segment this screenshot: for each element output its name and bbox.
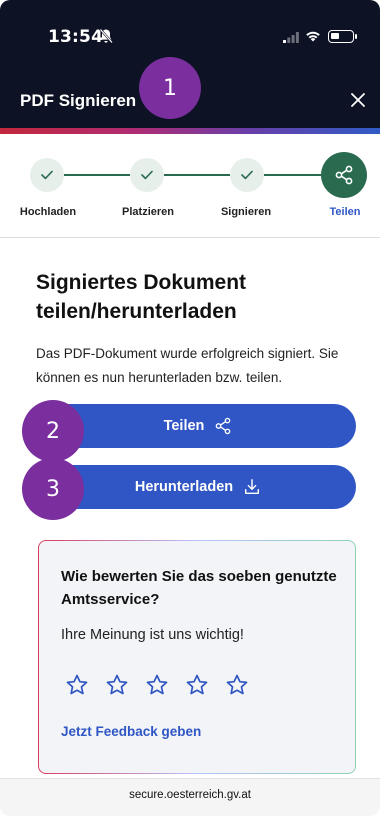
progress-stepper: Hochladen Platzieren Signieren Teilen <box>0 134 380 238</box>
close-icon[interactable] <box>350 92 366 108</box>
feedback-link[interactable]: Jetzt Feedback geben <box>61 724 201 739</box>
feedback-title: Wie bewerten Sie das soeben genutzte Amt… <box>61 568 337 608</box>
download-button-label: Herunterladen <box>134 479 234 495</box>
rating-stars <box>65 673 249 697</box>
step-label-signieren: Signieren <box>220 206 272 218</box>
page-description: Das PDF-Dokument wurde erfolgreich signi… <box>36 346 339 385</box>
wifi-icon <box>306 31 320 42</box>
step-connector <box>164 174 230 176</box>
feedback-subtitle: Ihre Meinung ist uns wichtig! <box>61 627 244 643</box>
star-icon[interactable] <box>65 673 89 697</box>
download-icon <box>245 479 260 495</box>
app-frame: 13:54 PDF Signieren 1 Hochladen Platzier… <box>0 0 380 816</box>
step-label-platzieren: Platzieren <box>122 206 174 218</box>
battery-icon <box>328 30 357 43</box>
step-connector <box>264 174 324 176</box>
step-connector <box>64 174 130 176</box>
page-title: Signiertes Dokument teilen/herunterladen <box>36 271 247 323</box>
signal-icon <box>283 32 299 43</box>
star-icon[interactable] <box>105 673 129 697</box>
callout-marker-2: 2 <box>22 400 84 462</box>
star-icon[interactable] <box>145 673 169 697</box>
step-hochladen-check-icon <box>30 158 64 192</box>
step-label-teilen: Teilen <box>329 206 361 218</box>
step-platzieren-check-icon <box>130 158 164 192</box>
share-icon <box>335 165 353 185</box>
status-time: 13:54 <box>48 27 104 47</box>
step-label-hochladen: Hochladen <box>19 206 77 218</box>
callout-marker-1: 1 <box>139 57 201 119</box>
step-teilen-active <box>321 152 367 198</box>
star-icon[interactable] <box>185 673 209 697</box>
share-button[interactable]: Teilen <box>40 404 356 448</box>
download-button[interactable]: Herunterladen <box>40 465 356 509</box>
share-button-label: Teilen <box>163 418 205 434</box>
callout-marker-3: 3 <box>22 458 84 520</box>
share-icon <box>216 417 231 435</box>
feedback-card: Wie bewerten Sie das soeben genutzte Amt… <box>38 540 356 774</box>
star-icon[interactable] <box>225 673 249 697</box>
bell-off-icon <box>99 28 113 44</box>
battery-level <box>331 33 339 39</box>
page-header-title: PDF Signieren <box>20 91 137 110</box>
url-text: secure.oesterreich.gv.at <box>129 789 251 801</box>
step-signieren-check-icon <box>230 158 264 192</box>
browser-url-bar[interactable]: secure.oesterreich.gv.at <box>0 778 380 816</box>
status-bar: 13:54 <box>0 0 380 72</box>
